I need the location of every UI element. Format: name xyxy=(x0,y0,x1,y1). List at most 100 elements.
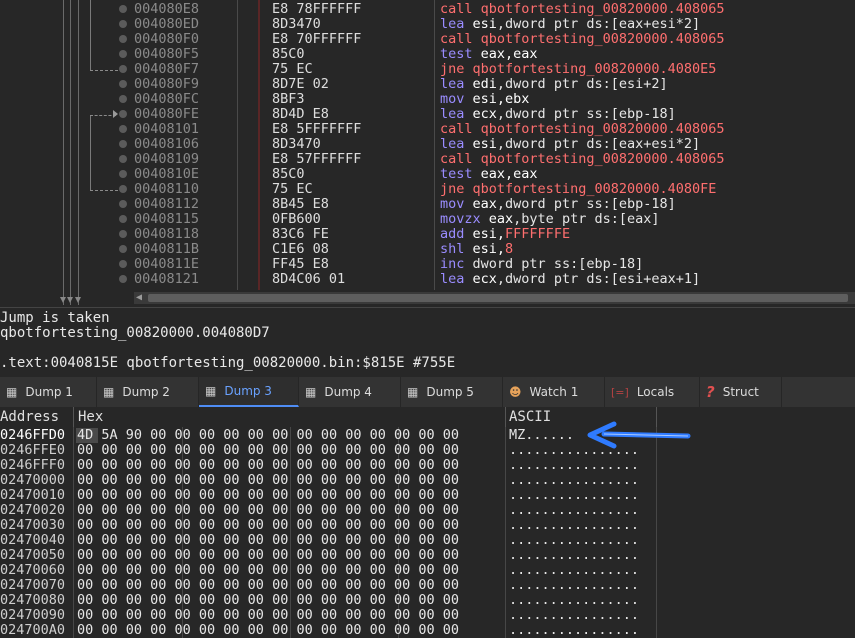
breakpoint-dot-icon[interactable] xyxy=(119,185,127,193)
breakpoint-dot-icon[interactable] xyxy=(119,155,127,163)
operand: FFFFFFFE xyxy=(505,226,571,242)
instruction-bytes: 8D4D E8 xyxy=(272,106,329,122)
hex-dump-view[interactable]: Address Hex ASCII 0246FFD0 4D 5A 90 00 00… xyxy=(0,407,855,638)
breakpoint-dot-icon[interactable] xyxy=(119,5,127,13)
disasm-row[interactable]: 0040811E FF45 E8 inc dword ptr ss:[ebp-18] xyxy=(0,257,855,272)
dump-row[interactable]: 02470040 00 00 00 00 00 00 00 00 00 00 00… xyxy=(0,533,855,548)
breakpoint-dot-icon[interactable] xyxy=(119,110,127,118)
column-header-address[interactable]: Address xyxy=(0,409,59,425)
disasm-row[interactable]: 004080F7 75 EC jne qbotfortesting_00820000… xyxy=(0,62,855,77)
breakpoint-dot-icon[interactable] xyxy=(119,170,127,178)
breakpoint-dot-icon[interactable] xyxy=(119,200,127,208)
breakpoint-dot-icon[interactable] xyxy=(119,125,127,133)
dump-address: 02470060 xyxy=(0,562,66,578)
instruction-bytes: E8 78FFFFFF xyxy=(272,1,362,17)
mnemonic: call xyxy=(440,151,473,167)
disasm-row[interactable]: 0040810E 85C0 test eax,eax xyxy=(0,167,855,182)
instruction-bytes: 83C6 FE xyxy=(272,226,329,242)
scrollbar-thumb[interactable] xyxy=(148,294,848,302)
instruction-bytes: E8 57FFFFFF xyxy=(272,151,362,167)
dump-ascii: MZ...... xyxy=(509,427,575,443)
tab-struct[interactable]: ? Struct xyxy=(700,377,782,407)
tab-locals[interactable]: [=] Locals xyxy=(605,377,700,407)
disasm-row[interactable]: 004080ED 8D3470 lea esi,dword ptr ds:[eax+… xyxy=(0,17,855,32)
dump-row[interactable]: 02470060 00 00 00 00 00 00 00 00 00 00 00… xyxy=(0,563,855,578)
tab-dump-2[interactable]: ▦ Dump 2 xyxy=(97,377,199,407)
disasm-row[interactable]: 00408109 E8 57FFFFFF call qbotfortesting_0… xyxy=(0,152,855,167)
dump-row[interactable]: 02470050 00 00 00 00 00 00 00 00 00 00 00… xyxy=(0,548,855,563)
disassembly-view[interactable]: 004080E8 E8 78FFFFFF call qbotfortesting_0… xyxy=(0,0,855,307)
disasm-row[interactable]: 004080FE 8D4D E8 lea ecx,dword ptr ss:[ebp… xyxy=(0,107,855,122)
breakpoint-dot-icon[interactable] xyxy=(119,275,127,283)
disasm-row[interactable]: 00408118 83C6 FE add esi,FFFFFFFE xyxy=(0,227,855,242)
disasm-row[interactable]: 004080F5 85C0 test eax,eax xyxy=(0,47,855,62)
disasm-row[interactable]: 00408112 8B45 E8 mov eax,dword ptr ss:[ebp… xyxy=(0,197,855,212)
dump-row[interactable]: 02470030 00 00 00 00 00 00 00 00 00 00 00… xyxy=(0,518,855,533)
instruction-address: 00408106 xyxy=(134,136,200,152)
dump-ascii: ................ xyxy=(509,502,640,518)
breakpoint-dot-icon[interactable] xyxy=(119,260,127,268)
tab-dump-1[interactable]: ▦ Dump 1 xyxy=(0,377,97,407)
breakpoint-dot-icon[interactable] xyxy=(119,245,127,253)
disasm-row[interactable]: 00408110 75 EC jne qbotfortesting_00820000… xyxy=(0,182,855,197)
mnemonic: call xyxy=(440,121,473,137)
disasm-row[interactable]: 00408121 8D4C06 01 lea ecx,dword ptr ds:[e… xyxy=(0,272,855,287)
dump-row[interactable]: 024700A0 00 00 00 00 00 00 00 00 00 00 00… xyxy=(0,623,855,638)
memory-icon: ▦ xyxy=(103,385,115,399)
tab-label: Struct xyxy=(722,385,759,399)
tab-dump-5[interactable]: ▦ Dump 5 xyxy=(401,377,503,407)
dump-hex-bytes: 00 00 00 00 00 00 00 00 00 00 00 00 00 0… xyxy=(77,457,460,473)
operand: 8 xyxy=(505,241,514,257)
operand: eax xyxy=(488,211,514,227)
operand: dword ptr xyxy=(472,256,554,272)
operand: eax+esi*2 xyxy=(618,136,693,152)
breakpoint-dot-icon[interactable] xyxy=(119,65,127,73)
breakpoint-dot-icon[interactable] xyxy=(119,140,127,148)
column-header-ascii[interactable]: ASCII xyxy=(509,409,551,425)
breakpoint-dot-icon[interactable] xyxy=(119,95,127,103)
dump-row[interactable]: 02470090 00 00 00 00 00 00 00 00 00 00 00… xyxy=(0,608,855,623)
disasm-row[interactable]: 0040811B C1E6 08 shl esi,8 xyxy=(0,242,855,257)
tab-dump-3[interactable]: ▦ Dump 3 xyxy=(199,377,299,407)
disasm-row[interactable]: 00408101 E8 5FFFFFFF call qbotfortesting_0… xyxy=(0,122,855,137)
dump-row[interactable]: 02470080 00 00 00 00 00 00 00 00 00 00 00… xyxy=(0,593,855,608)
dump-row[interactable]: 0246FFD0 4D 5A 90 00 00 00 00 00 00 00 00… xyxy=(0,428,855,443)
dump-row[interactable]: 02470000 00 00 00 00 00 00 00 00 00 00 00… xyxy=(0,473,855,488)
tab-watch-1[interactable]: ☻ Watch 1 xyxy=(503,377,605,407)
breakpoint-dot-icon[interactable] xyxy=(119,215,127,223)
operand: ,dword ptr xyxy=(496,136,587,152)
horizontal-scrollbar[interactable]: ◀ xyxy=(134,292,855,304)
instruction-address: 004080F9 xyxy=(134,76,200,92)
dump-address: 02470070 xyxy=(0,577,66,593)
column-header-hex[interactable]: Hex xyxy=(78,409,103,425)
tab-label: Dump 4 xyxy=(324,385,372,399)
tab-dump-4[interactable]: ▦ Dump 4 xyxy=(299,377,401,407)
header-divider xyxy=(505,407,506,427)
dump-hex-bytes: 00 00 00 00 00 00 00 00 00 00 00 00 00 0… xyxy=(77,442,460,458)
dump-row[interactable]: 02470070 00 00 00 00 00 00 00 00 00 00 00… xyxy=(0,578,855,593)
disasm-row[interactable]: 004080F9 8D7E 02 lea edi,dword ptr ds:[esi… xyxy=(0,77,855,92)
dump-hex-bytes: 00 00 00 00 00 00 00 00 00 00 00 00 00 0… xyxy=(77,487,460,503)
breakpoint-dot-icon[interactable] xyxy=(119,50,127,58)
mnemonic: test xyxy=(440,46,473,62)
breakpoint-dot-icon[interactable] xyxy=(119,20,127,28)
disasm-row[interactable]: 004080FC 8BF3 mov esi,ebx xyxy=(0,92,855,107)
instruction-text: mov esi,ebx xyxy=(440,92,529,107)
breakpoint-dot-icon[interactable] xyxy=(119,230,127,238)
dump-address: 02470080 xyxy=(0,592,66,608)
disasm-row[interactable]: 004080F0 E8 70FFFFFF call qbotfortesting_0… xyxy=(0,32,855,47)
disasm-row[interactable]: 00408106 8D3470 lea esi,dword ptr ds:[eax+… xyxy=(0,137,855,152)
disasm-row[interactable]: 00408115 0FB600 movzx eax,byte ptr ds:[eax… xyxy=(0,212,855,227)
disasm-row[interactable]: 004080E8 E8 78FFFFFF call qbotfortesting_0… xyxy=(0,2,855,17)
mnemonic: call xyxy=(440,1,473,17)
dump-row[interactable]: 0246FFF0 00 00 00 00 00 00 00 00 00 00 00… xyxy=(0,458,855,473)
scroll-left-icon[interactable]: ◀ xyxy=(136,293,142,303)
instruction-bytes: 85C0 xyxy=(272,166,305,182)
breakpoint-dot-icon[interactable] xyxy=(119,35,127,43)
instruction-text: lea esi,dword ptr ds:[eax+esi*2] xyxy=(440,137,700,152)
operand: eax+esi*2 xyxy=(618,16,693,32)
dump-row[interactable]: 02470020 00 00 00 00 00 00 00 00 00 00 00… xyxy=(0,503,855,518)
dump-row[interactable]: 02470010 00 00 00 00 00 00 00 00 00 00 00… xyxy=(0,488,855,503)
dump-row[interactable]: 0246FFE0 00 00 00 00 00 00 00 00 00 00 00… xyxy=(0,443,855,458)
breakpoint-dot-icon[interactable] xyxy=(119,80,127,88)
